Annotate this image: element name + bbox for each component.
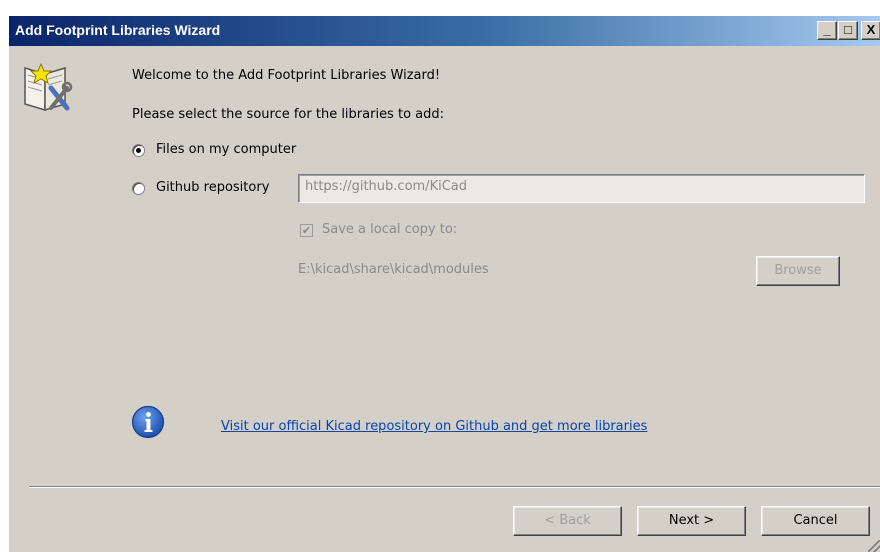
radio-files-indicator[interactable]	[132, 144, 145, 157]
maximize-button[interactable]: □	[838, 21, 858, 40]
back-button[interactable]: < Back	[513, 506, 622, 536]
save-local-copy-label[interactable]: Save a local copy to:	[322, 222, 457, 237]
footer-separator	[29, 486, 880, 488]
prompt-text: Please select the source for the librari…	[132, 107, 444, 122]
wizard-book-icon	[21, 58, 73, 114]
radio-files-label[interactable]: Files on my computer	[156, 142, 296, 157]
title-bar[interactable]: Add Footprint Libraries Wizard _ □ X	[9, 16, 880, 46]
next-button[interactable]: Next >	[637, 506, 746, 536]
maximize-icon: □	[844, 22, 852, 37]
radio-github-label[interactable]: Github repository	[156, 180, 269, 195]
minimize-icon: _	[823, 22, 831, 37]
close-button[interactable]: X	[861, 21, 880, 40]
cancel-button[interactable]: Cancel	[761, 506, 870, 536]
close-icon: X	[866, 22, 876, 37]
wizard-window: Add Footprint Libraries Wizard _ □ X Wel…	[8, 15, 880, 552]
local-path-text: E:\kicad\share\kicad\modules	[298, 262, 489, 277]
browse-button[interactable]: Browse	[756, 256, 840, 286]
github-repository-link[interactable]: Visit our official Kicad repository on G…	[221, 419, 647, 434]
radio-github-indicator[interactable]	[132, 182, 145, 195]
github-url-input[interactable]: https://github.com/KiCad	[298, 174, 865, 203]
minimize-button[interactable]: _	[817, 21, 837, 40]
welcome-text: Welcome to the Add Footprint Libraries W…	[132, 68, 441, 83]
info-icon	[131, 405, 165, 439]
resize-grip-icon[interactable]	[868, 540, 880, 552]
checkmark-icon[interactable]: ✔	[300, 224, 313, 237]
window-title: Add Footprint Libraries Wizard	[15, 22, 221, 38]
